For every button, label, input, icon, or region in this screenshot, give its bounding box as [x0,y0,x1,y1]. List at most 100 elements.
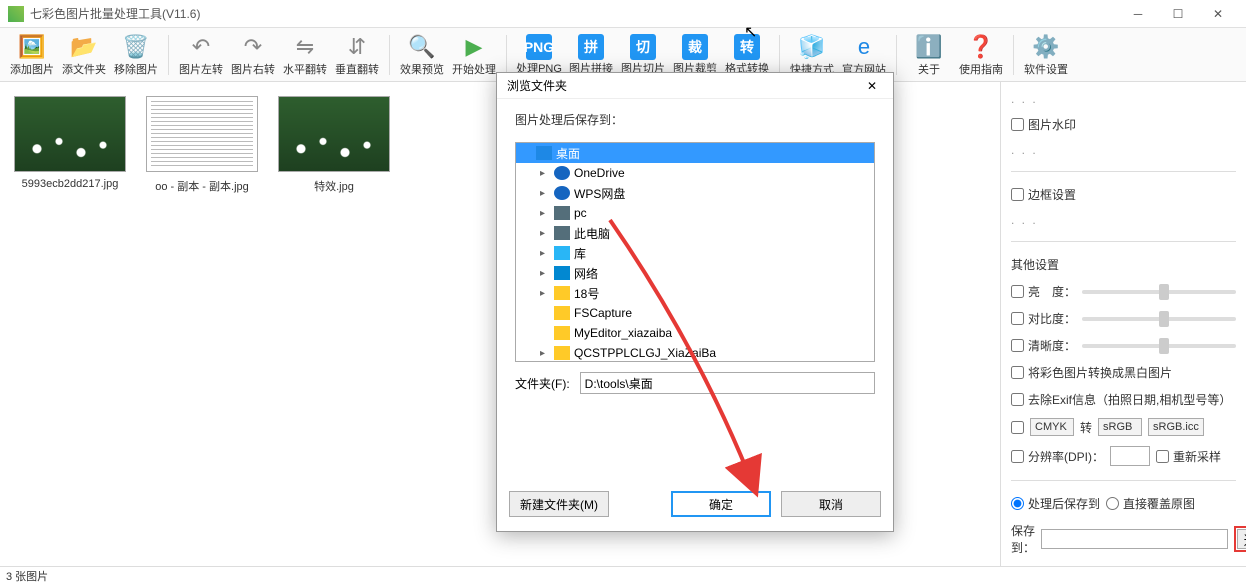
thumbnail-caption: 特效.jpg [278,178,390,194]
flip-h-icon: ⇋ [291,33,319,61]
close-button[interactable]: ✕ [1198,0,1238,28]
network-icon [554,266,570,280]
tree-node-library[interactable]: ▸库 [516,243,874,263]
thumbnail-caption: oo - 副本 - 副本.jpg [146,178,258,194]
tree-node-myeditor[interactable]: MyEditor_xiazaiba [516,323,874,343]
browse-folder-dialog: 浏览文件夹 ✕ 图片处理后保存到： 桌面 ▸OneDrive ▸WPS网盘 ▸p… [496,72,894,532]
tree-node-wps[interactable]: ▸WPS网盘 [516,183,874,203]
add-image-button[interactable]: 🖼️添加图片 [8,30,56,80]
add-image-icon: 🖼️ [18,33,46,61]
library-icon [554,246,570,260]
sharpness-checkbox[interactable]: 清晰度： [1011,337,1076,354]
thumbnail-image [278,96,390,172]
thumbnail-image [14,96,126,172]
play-icon: ▶ [460,33,488,61]
folder-icon [554,346,570,360]
cancel-button[interactable]: 取消 [781,491,881,517]
tree-node-desktop[interactable]: 桌面 [516,143,874,163]
contrast-checkbox[interactable]: 对比度： [1011,310,1076,327]
tree-node-onedrive[interactable]: ▸OneDrive [516,163,874,183]
png-icon: PNG [526,34,552,60]
tree-node-qcst[interactable]: ▸QCSTPPLCLGJ_XiaZaiBa [516,343,874,362]
contrast-slider[interactable] [1082,317,1236,321]
exif-checkbox[interactable]: 去除Exif信息（拍照日期,相机型号等） [1011,391,1236,408]
folder-path-label: 文件夹(F): [515,375,570,392]
folder-tree[interactable]: 桌面 ▸OneDrive ▸WPS网盘 ▸pc ▸此电脑 ▸库 ▸网络 ▸18号… [515,142,875,362]
thumbnail-item[interactable]: 特效.jpg [278,96,390,194]
dpi-checkbox[interactable]: 分辨率(DPI)： [1011,448,1104,465]
start-button[interactable]: ▶开始处理 [450,30,498,80]
bw-checkbox[interactable]: 将彩色图片转换成黑白图片 [1011,364,1236,381]
help-icon: ❓ [967,33,995,61]
flip-v-icon: ⇵ [343,33,371,61]
watermark-checkbox[interactable]: 图片水印 [1011,116,1236,133]
status-count: 3 张图片 [6,568,48,584]
ellipsis-icon: . . . [1011,92,1236,106]
user-icon [554,206,570,220]
shortcut-icon: 🧊 [798,33,826,61]
thumbnail-caption: 5993ecb2dd217.jpg [14,178,126,190]
folder-path-input[interactable] [580,372,875,394]
preview-button[interactable]: 🔍效果预览 [398,30,446,80]
tree-node-this-pc[interactable]: ▸此电脑 [516,223,874,243]
brightness-slider[interactable] [1082,290,1236,294]
about-button[interactable]: ℹ️关于 [905,30,953,80]
cloud-icon [554,166,570,180]
border-checkbox[interactable]: 边框设置 [1011,186,1236,203]
tree-node-network[interactable]: ▸网络 [516,263,874,283]
tree-node-fscapture[interactable]: FSCapture [516,303,874,323]
folder-icon [554,326,570,340]
rotate-right-icon: ↷ [239,33,267,61]
folder-open-icon: 📂 [70,33,98,61]
dialog-close-button[interactable]: ✕ [861,79,883,93]
rotate-left-button[interactable]: ↶图片左转 [177,30,225,80]
flip-h-button[interactable]: ⇋水平翻转 [281,30,329,80]
remove-icon: 🗑️ [122,33,150,61]
ie-icon: e [850,33,878,61]
dialog-prompt: 图片处理后保存到： [515,111,875,128]
save-to-input[interactable] [1041,529,1228,549]
gear-icon: ⚙️ [1032,33,1060,61]
cmyk-checkbox[interactable] [1011,421,1024,434]
dialog-title: 浏览文件夹 [507,77,861,94]
rotate-left-icon: ↶ [187,33,215,61]
stitch-icon: 拼 [578,34,604,60]
folder-icon [554,306,570,320]
rotate-right-button[interactable]: ↷图片右转 [229,30,277,80]
right-panel: . . . 图片水印 . . . 边框设置 . . . 其他设置 亮 度： 对比… [1000,82,1246,566]
select-folder-button[interactable]: 选择 [1237,529,1246,549]
thumbnail-item[interactable]: oo - 副本 - 副本.jpg [146,96,258,194]
slice-icon: 切 [630,34,656,60]
minimize-button[interactable]: ─ [1118,0,1158,28]
window-title: 七彩色图片批量处理工具(V11.6) [30,5,1118,22]
ok-button[interactable]: 确定 [671,491,771,517]
convert-icon: 转 [734,34,760,60]
tree-node-18[interactable]: ▸18号 [516,283,874,303]
flip-v-button[interactable]: ⇵垂直翻转 [333,30,381,80]
srgb-combo[interactable]: sRGB [1098,418,1142,436]
pc-icon [554,226,570,240]
srgb-icc-combo[interactable]: sRGB.icc [1148,418,1204,436]
remove-image-button[interactable]: 🗑️移除图片 [112,30,160,80]
cmyk-combo[interactable]: CMYK [1030,418,1074,436]
thumbnail-image [146,96,258,172]
brightness-checkbox[interactable]: 亮 度： [1011,283,1076,300]
settings-button[interactable]: ⚙️软件设置 [1022,30,1070,80]
thumbnail-item[interactable]: 5993ecb2dd217.jpg [14,96,126,190]
overwrite-radio[interactable]: 直接覆盖原图 [1106,495,1195,512]
other-settings-label: 其他设置 [1011,256,1236,273]
desktop-icon [536,146,552,160]
resample-checkbox[interactable]: 重新采样 [1156,448,1221,465]
sharpness-slider[interactable] [1082,344,1236,348]
tree-node-pc-user[interactable]: ▸pc [516,203,874,223]
maximize-button[interactable]: ☐ [1158,0,1198,28]
save-after-radio[interactable]: 处理后保存到 [1011,495,1100,512]
crop-icon: 裁 [682,34,708,60]
add-folder-button[interactable]: 📂添文件夹 [60,30,108,80]
titlebar: 七彩色图片批量处理工具(V11.6) ─ ☐ ✕ [0,0,1246,28]
new-folder-button[interactable]: 新建文件夹(M) [509,491,609,517]
statusbar: 3 张图片 [0,566,1246,584]
guide-button[interactable]: ❓使用指南 [957,30,1005,80]
ellipsis-icon: . . . [1011,143,1236,157]
dpi-input[interactable] [1110,446,1150,466]
